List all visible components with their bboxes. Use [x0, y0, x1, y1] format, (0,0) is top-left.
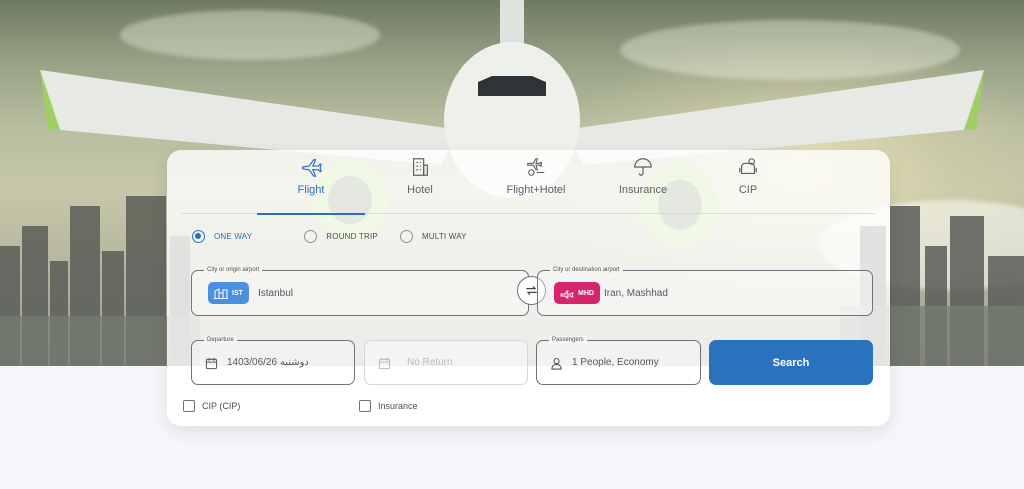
radio-label: ONE WAY	[214, 232, 253, 241]
tab-insurance[interactable]: Insurance	[615, 156, 671, 214]
checkbox-box	[359, 400, 371, 412]
field-legend: City or destination airport	[550, 266, 623, 275]
hotel-icon	[412, 158, 428, 176]
tab-label: Hotel	[407, 184, 433, 196]
tab-label: CIP	[738, 184, 758, 196]
tab-flight[interactable]: Flight	[257, 156, 365, 215]
calendar-icon	[378, 357, 391, 370]
origin-value: Istanbul	[258, 288, 294, 299]
landing-plane-icon	[560, 290, 574, 299]
radio-multi-way[interactable]: MULTI WAY	[399, 230, 467, 243]
tab-flight-hotel[interactable]: Flight+Hotel	[501, 156, 571, 214]
field-legend: City or origin airport	[204, 266, 263, 275]
search-button[interactable]: Search	[709, 340, 873, 385]
city-buildings-icon	[214, 288, 228, 299]
destination-code: MHD	[578, 289, 594, 297]
field-legend: Passengers	[549, 336, 587, 345]
tab-cip[interactable]: CIP	[733, 156, 763, 214]
tab-label: Flight+Hotel	[506, 184, 566, 196]
radio-indicator	[399, 230, 413, 243]
passengers-value: 1 People, Economy	[572, 357, 659, 368]
origin-code-badge: IST	[208, 282, 249, 304]
radio-label: MULTI WAY	[421, 232, 467, 241]
destination-code-badge: MHD	[554, 282, 600, 304]
departure-date-field[interactable]: Departure 1403/06/26 دوشنبه	[191, 336, 355, 385]
tab-hotel[interactable]: Hotel	[399, 156, 441, 214]
person-icon	[551, 358, 562, 370]
tab-label: Flight	[297, 184, 325, 196]
cip-lounge-icon	[739, 158, 757, 175]
origin-code: IST	[232, 289, 243, 297]
checkbox-label: CIP (CIP)	[202, 401, 241, 411]
departure-value: 1403/06/26 دوشنبه	[227, 357, 309, 368]
umbrella-icon	[634, 158, 652, 176]
cip-checkbox[interactable]: CIP (CIP)	[183, 400, 240, 412]
field-legend: Departure	[204, 336, 237, 345]
checkbox-label: Insurance	[378, 401, 418, 411]
radio-indicator	[304, 230, 318, 243]
checkbox-box	[183, 400, 195, 412]
trip-type-group: ONE WAY ROUND TRIP MULTI WAY	[192, 230, 489, 243]
radio-one-way[interactable]: ONE WAY	[192, 230, 252, 243]
radio-round-trip[interactable]: ROUND TRIP	[304, 230, 378, 243]
service-tabs: Flight Hotel Flight+Hotel Insurance CIP	[181, 150, 875, 215]
insurance-checkbox[interactable]: Insurance	[359, 400, 418, 412]
calendar-icon	[205, 357, 218, 370]
origin-field[interactable]: City or origin airport IST Istanbul	[191, 266, 529, 316]
passengers-field[interactable]: Passengers 1 People, Economy	[536, 336, 701, 385]
flight-search-panel: Flight Hotel Flight+Hotel Insurance CIP …	[167, 150, 890, 426]
tab-label: Insurance	[618, 184, 668, 196]
destination-value: Iran, Mashhad	[604, 288, 668, 299]
radio-label: ROUND TRIP	[326, 232, 378, 241]
radio-indicator	[192, 230, 205, 243]
airplane-icon	[302, 159, 322, 177]
return-value: No Return	[407, 357, 453, 368]
return-date-field[interactable]: No Return	[364, 340, 528, 385]
destination-field[interactable]: City or destination airport MHD Iran, Ma…	[537, 266, 873, 316]
flight-hotel-icon	[527, 158, 545, 176]
